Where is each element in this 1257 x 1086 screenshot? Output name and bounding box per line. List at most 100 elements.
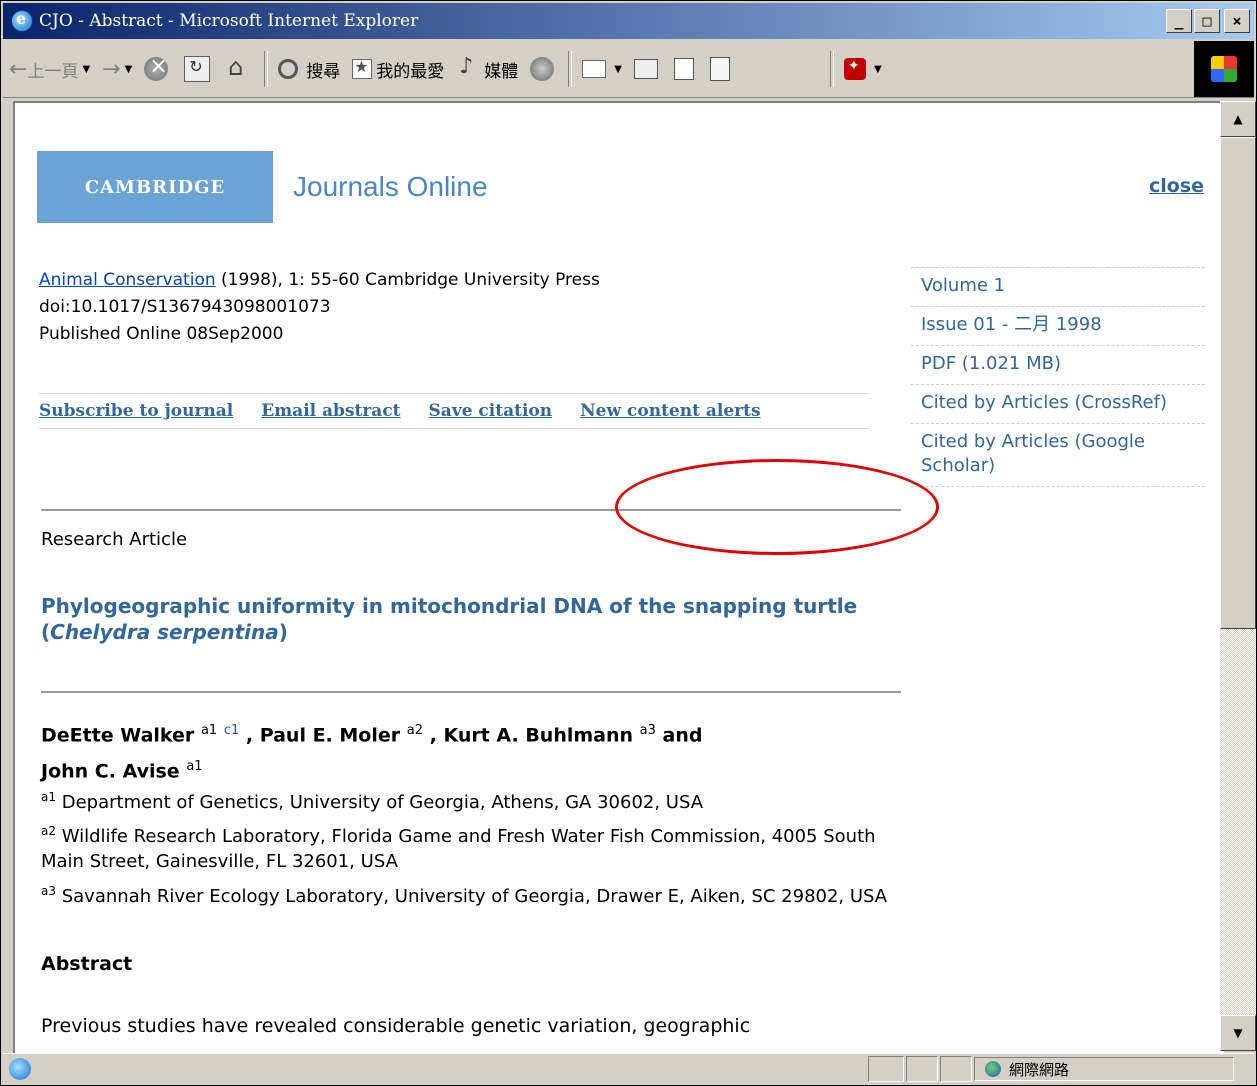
windows-logo-icon	[1194, 41, 1254, 97]
stop-button[interactable]	[138, 49, 178, 89]
journal-link[interactable]: Animal Conservation	[39, 270, 216, 290]
status-cell	[940, 1056, 972, 1082]
scroll-down-button[interactable]: ▼	[1220, 1015, 1256, 1051]
author-separator: ,	[423, 724, 444, 747]
cited-google-scholar-link[interactable]: Cited by Articles (Google Scholar)	[911, 423, 1205, 487]
browser-window: CJO - Abstract - Microsoft Internet Expl…	[0, 0, 1257, 1086]
security-zone: 網際網路	[974, 1057, 1234, 1081]
vertical-scrollbar[interactable]: ▲ ▼	[1220, 101, 1256, 1051]
citation-block: Animal Conservation (1998), 1: 55-60 Cam…	[39, 267, 600, 348]
search-label: 搜尋	[306, 61, 341, 82]
author-name: DeEtte Walker	[41, 724, 195, 747]
author-name: Kurt A. Buhlmann	[443, 724, 634, 747]
article-title: Phylogeographic uniformity in mitochondr…	[41, 593, 901, 645]
page-viewport: CAMBRIDGE Journals Online close Animal C…	[13, 101, 1224, 1055]
mail-dropdown-icon[interactable]: ▼	[614, 64, 622, 75]
toolbar: ← 上一頁 ▼ → ▼ 搜尋 我的最愛 媒體 ▼	[3, 41, 1254, 98]
published-date: Published Online 08Sep2000	[39, 324, 284, 344]
affiliation: a3 Savannah River Ecology Laboratory, Un…	[41, 879, 901, 909]
close-link[interactable]: close	[1149, 175, 1204, 197]
discuss-button[interactable]	[704, 49, 740, 89]
search-icon	[278, 59, 299, 79]
back-arrow-icon: ←	[9, 56, 28, 82]
save-citation-link[interactable]: Save citation	[429, 401, 553, 421]
author-name: John C. Avise	[41, 760, 180, 783]
toolbar-separator	[829, 51, 834, 87]
window-title: CJO - Abstract - Microsoft Internet Expl…	[39, 11, 419, 31]
cited-crossref-link[interactable]: Cited by Articles (CrossRef)	[911, 384, 1205, 423]
author-list: DeEtte Walker a1 c1 , Paul E. Moler a2 ,…	[41, 715, 901, 788]
forward-dropdown-icon[interactable]: ▼	[125, 64, 133, 75]
article-sidebar: Volume 1 Issue 01 - 二月 1998 PDF (1.021 M…	[911, 267, 1205, 487]
affiliation-sup: a3	[41, 884, 56, 898]
favorites-label: 我的最愛	[376, 61, 445, 82]
mail-button[interactable]: ▼	[576, 49, 628, 89]
author-name: Paul E. Moler	[259, 724, 401, 747]
affiliation-text: Department of Genetics, University of Ge…	[56, 792, 704, 813]
back-button[interactable]: ← 上一頁 ▼	[3, 49, 96, 89]
issue-link[interactable]: Issue 01 - 二月 1998	[911, 306, 1205, 345]
page-status-icon	[9, 1058, 31, 1080]
article-actions: Subscribe to journal Email abstract Save…	[39, 393, 869, 429]
new-content-alerts-link[interactable]: New content alerts	[580, 401, 760, 421]
status-cell	[906, 1056, 938, 1082]
toolbar-separator	[264, 51, 269, 87]
affiliation-text: Savannah River Ecology Laboratory, Unive…	[56, 886, 888, 907]
correspondence-ref[interactable]: c1	[224, 723, 239, 738]
media-button[interactable]: 媒體	[450, 49, 524, 89]
history-button[interactable]	[524, 49, 564, 89]
affiliation: a1 Department of Genetics, University of…	[41, 785, 901, 815]
window-controls: _ □ ×	[1166, 9, 1250, 33]
edit-button[interactable]	[668, 49, 704, 89]
affiliation-ref: a3	[639, 723, 656, 738]
toolbar-separator	[568, 51, 573, 87]
citation-details: (1998), 1: 55-60 Cambridge University Pr…	[215, 270, 600, 290]
scroll-thumb[interactable]	[1220, 137, 1256, 629]
print-icon	[633, 59, 658, 79]
article-title-suffix: )	[278, 620, 288, 644]
history-icon	[530, 57, 555, 81]
status-cell	[868, 1056, 904, 1082]
status-bar: 網際網路	[3, 1053, 1254, 1084]
media-icon	[456, 54, 480, 81]
cambridge-logo: CAMBRIDGE	[37, 151, 273, 223]
affiliation-ref: a1	[186, 759, 203, 775]
refresh-button[interactable]	[178, 49, 220, 89]
back-dropdown-icon[interactable]: ▼	[82, 64, 90, 75]
affiliation-ref: a2	[406, 723, 423, 738]
acrobat-button[interactable]: ▼	[838, 49, 888, 89]
home-icon	[226, 53, 250, 81]
volume-link[interactable]: Volume 1	[911, 267, 1205, 306]
close-window-button[interactable]: ×	[1224, 9, 1250, 33]
acrobat-dropdown-icon[interactable]: ▼	[874, 64, 882, 75]
edit-icon	[673, 58, 694, 80]
acrobat-icon	[843, 58, 866, 80]
zone-label: 網際網路	[1009, 1060, 1070, 1079]
home-button[interactable]	[220, 49, 260, 89]
refresh-icon	[184, 56, 211, 82]
author-separator: and	[655, 724, 703, 747]
forward-arrow-icon: →	[102, 56, 121, 82]
page-content: CAMBRIDGE Journals Online close Animal C…	[15, 103, 1222, 1053]
email-abstract-link[interactable]: Email abstract	[261, 401, 400, 421]
maximize-button[interactable]: □	[1194, 9, 1220, 33]
divider	[41, 691, 901, 693]
abstract-text: Previous studies have revealed considera…	[41, 1015, 751, 1037]
forward-button[interactable]: → ▼	[96, 49, 138, 89]
print-button[interactable]	[628, 49, 668, 89]
pdf-link[interactable]: PDF (1.021 MB)	[911, 345, 1205, 384]
favorites-button[interactable]: 我的最愛	[346, 49, 450, 89]
subscribe-link[interactable]: Subscribe to journal	[39, 401, 233, 421]
citation-line: Animal Conservation (1998), 1: 55-60 Cam…	[39, 267, 600, 294]
affiliation-text: Wildlife Research Laboratory, Florida Ga…	[41, 826, 876, 872]
highlight-ellipse	[615, 459, 939, 555]
affiliation-sup: a2	[41, 824, 56, 838]
doi: doi:10.1017/S1367943098001073	[39, 297, 331, 317]
scroll-up-button[interactable]: ▲	[1220, 101, 1256, 137]
back-label: 上一頁	[27, 61, 79, 82]
minimize-button[interactable]: _	[1166, 9, 1192, 33]
affiliation: a2 Wildlife Research Laboratory, Florida…	[41, 819, 901, 874]
media-label: 媒體	[484, 61, 519, 82]
search-button[interactable]: 搜尋	[272, 49, 346, 89]
favorites-icon	[352, 57, 373, 79]
